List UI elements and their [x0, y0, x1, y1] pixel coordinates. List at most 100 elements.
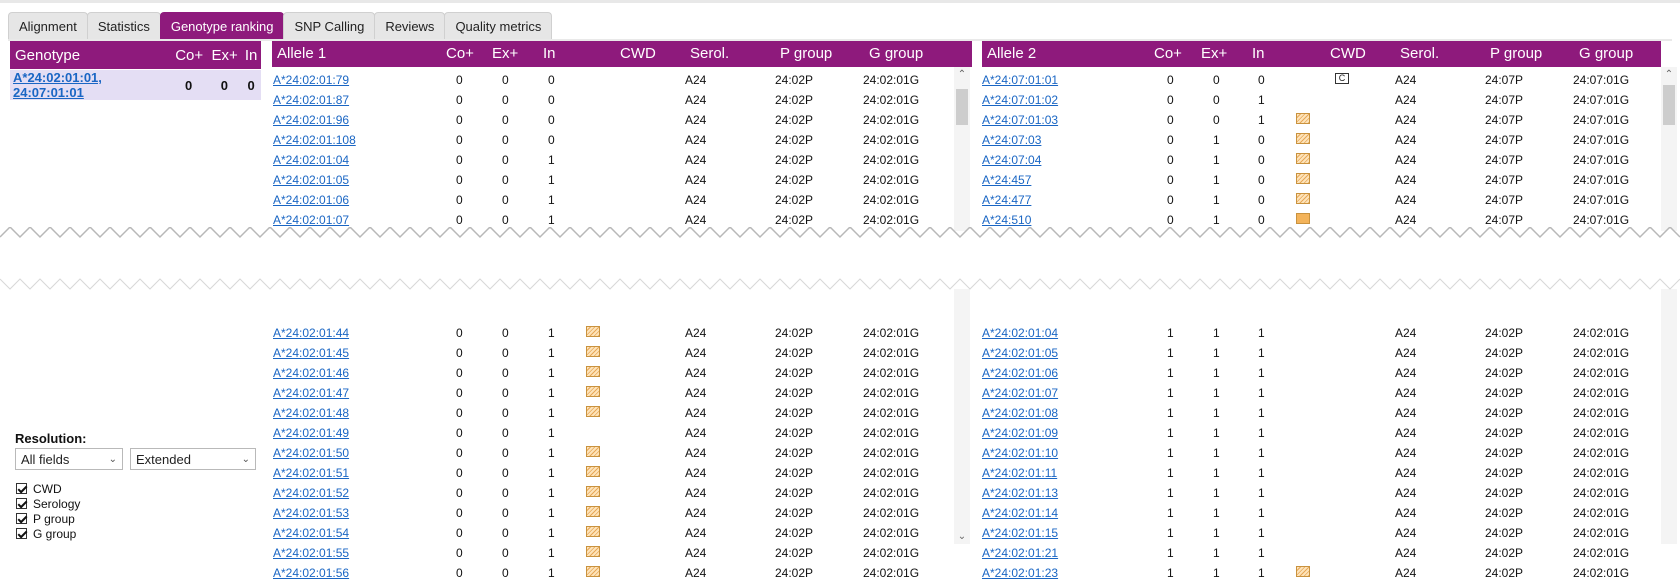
- allele-link[interactable]: A*24:07:01:03: [982, 113, 1058, 127]
- table-row[interactable]: A*24:02:01:21 1 1 1 A24 24:02P 24:02:01G: [982, 543, 1661, 563]
- allele-link[interactable]: A*24:02:01:45: [273, 346, 349, 360]
- table-row[interactable]: A*24:02:01:48 0 0 1 A24 24:02P 24:02:01G: [272, 403, 954, 423]
- table-row[interactable]: A*24:02:01:04 0 0 1 A24 24:02P 24:02:01G: [272, 150, 954, 170]
- allele-link[interactable]: A*24:02:01:53: [273, 506, 349, 520]
- genotype-row[interactable]: A*24:02:01:01, 24:07:01:01 0 0 0: [10, 69, 261, 100]
- table-row[interactable]: A*24:02:01:56 0 0 1 A24 24:02P 24:02:01G: [272, 563, 954, 583]
- ex-col-header[interactable]: Ex+: [1201, 45, 1227, 62]
- allele-link[interactable]: A*24:02:01:56: [273, 566, 349, 580]
- allele-col-header[interactable]: Allele 1: [277, 45, 326, 62]
- table-row[interactable]: A*24:457 0 1 0 A24 24:07P 24:07:01G: [982, 170, 1661, 190]
- table-row[interactable]: A*24:02:01:09 1 1 1 A24 24:02P 24:02:01G: [982, 423, 1661, 443]
- allele-link[interactable]: A*24:02:01:49: [273, 426, 349, 440]
- co-col-header[interactable]: Co+: [170, 47, 207, 64]
- table-row[interactable]: A*24:07:01:01 0 0 0 C A24 24:07P 24:07:01G: [982, 70, 1661, 90]
- allele-link[interactable]: A*24:02:01:54: [273, 526, 349, 540]
- in-col-header[interactable]: In: [543, 45, 556, 62]
- table-row[interactable]: A*24:02:01:05 1 1 1 A24 24:02P 24:02:01G: [982, 343, 1661, 363]
- allele-link[interactable]: A*24:07:01:01: [982, 73, 1058, 87]
- allele-link[interactable]: A*24:02:01:06: [982, 366, 1058, 380]
- p-group-col-header[interactable]: P group: [1490, 45, 1542, 62]
- allele-link[interactable]: A*24:02:01:15: [982, 526, 1058, 540]
- checkbox-g-group[interactable]: G group: [16, 526, 80, 541]
- allele-link[interactable]: A*24:02:01:48: [273, 406, 349, 420]
- checkbox-serology[interactable]: Serology: [16, 496, 80, 511]
- allele-link[interactable]: A*24:02:01:06: [273, 193, 349, 207]
- checkbox-cwd[interactable]: CWD: [16, 481, 80, 496]
- allele-link[interactable]: A*24:02:01:79: [273, 73, 349, 87]
- table-row[interactable]: A*24:02:01:08 1 1 1 A24 24:02P 24:02:01G: [982, 403, 1661, 423]
- table-row[interactable]: A*24:02:01:14 1 1 1 A24 24:02P 24:02:01G: [982, 503, 1661, 523]
- scroll-down-icon[interactable]: ⌄: [954, 531, 970, 542]
- table-row[interactable]: A*24:07:01:03 0 0 1 A24 24:07P 24:07:01G: [982, 110, 1661, 130]
- table-row[interactable]: A*24:02:01:05 0 0 1 A24 24:02P 24:02:01G: [272, 170, 954, 190]
- allele-link[interactable]: A*24:457: [982, 173, 1031, 187]
- ex-col-header[interactable]: Ex+: [208, 47, 241, 64]
- in-col-header[interactable]: In: [241, 47, 261, 64]
- table-row[interactable]: A*24:07:03 0 1 0 A24 24:07P 24:07:01G: [982, 130, 1661, 150]
- co-col-header[interactable]: Co+: [446, 45, 474, 62]
- co-col-header[interactable]: Co+: [1154, 45, 1182, 62]
- allele-link[interactable]: A*24:02:01:10: [982, 446, 1058, 460]
- allele-link[interactable]: A*24:02:01:44: [273, 326, 349, 340]
- genotype-col-header[interactable]: Genotype: [10, 47, 170, 64]
- table-row[interactable]: A*24:02:01:55 0 0 1 A24 24:02P 24:02:01G: [272, 543, 954, 563]
- allele-link[interactable]: A*24:02:01:05: [982, 346, 1058, 360]
- allele-link[interactable]: A*24:02:01:09: [982, 426, 1058, 440]
- tab-snp-calling[interactable]: SNP Calling: [283, 12, 376, 40]
- table-row[interactable]: A*24:02:01:23 1 1 1 A24 24:02P 24:02:01G: [982, 563, 1661, 583]
- table-row[interactable]: A*24:02:01:10 1 1 1 A24 24:02P 24:02:01G: [982, 443, 1661, 463]
- table-row[interactable]: A*24:02:01:108 0 0 0 A24 24:02P 24:02:01G: [272, 130, 954, 150]
- table-row[interactable]: A*24:07:01:02 0 0 1 A24 24:07P 24:07:01G: [982, 90, 1661, 110]
- allele-col-header[interactable]: Allele 2: [987, 45, 1036, 62]
- table-row[interactable]: A*24:02:01:96 0 0 0 A24 24:02P 24:02:01G: [272, 110, 954, 130]
- allele-link[interactable]: A*24:02:01:07: [982, 386, 1058, 400]
- table-row[interactable]: A*24:02:01:87 0 0 0 A24 24:02P 24:02:01G: [272, 90, 954, 110]
- table-row[interactable]: A*24:02:01:13 1 1 1 A24 24:02P 24:02:01G: [982, 483, 1661, 503]
- table-row[interactable]: A*24:02:01:50 0 0 1 A24 24:02P 24:02:01G: [272, 443, 954, 463]
- table-row[interactable]: A*24:02:01:04 1 1 1 A24 24:02P 24:02:01G: [982, 323, 1661, 343]
- allele2-scrollbar[interactable]: ⌃: [1661, 67, 1677, 544]
- table-row[interactable]: A*24:02:01:45 0 0 1 A24 24:02P 24:02:01G: [272, 343, 954, 363]
- fields-select[interactable]: All fields ⌄: [15, 448, 123, 470]
- p-group-col-header[interactable]: P group: [780, 45, 832, 62]
- allele-link[interactable]: A*24:07:03: [982, 133, 1041, 147]
- allele-link[interactable]: A*24:510: [982, 213, 1031, 227]
- allele-link[interactable]: A*24:02:01:07: [273, 213, 349, 227]
- allele-link[interactable]: A*24:02:01:55: [273, 546, 349, 560]
- genotype-link[interactable]: A*24:02:01:01, 24:07:01:01: [13, 70, 102, 100]
- allele-link[interactable]: A*24:02:01:13: [982, 486, 1058, 500]
- table-row[interactable]: A*24:477 0 1 0 A24 24:07P 24:07:01G: [982, 190, 1661, 210]
- scroll-up-icon[interactable]: ⌃: [954, 69, 970, 80]
- cwd-col-header[interactable]: CWD: [620, 45, 656, 62]
- allele-link[interactable]: A*24:02:01:04: [273, 153, 349, 167]
- allele-link[interactable]: A*24:02:01:23: [982, 566, 1058, 580]
- allele-link[interactable]: A*24:02:01:08: [982, 406, 1058, 420]
- allele-link[interactable]: A*24:02:01:46: [273, 366, 349, 380]
- serol-col-header[interactable]: Serol.: [690, 45, 729, 62]
- allele-link[interactable]: A*24:02:01:05: [273, 173, 349, 187]
- tab-quality-metrics[interactable]: Quality metrics: [444, 12, 553, 40]
- table-row[interactable]: A*24:02:01:06 1 1 1 A24 24:02P 24:02:01G: [982, 363, 1661, 383]
- tab-statistics[interactable]: Statistics: [86, 12, 161, 40]
- allele-link[interactable]: A*24:02:01:11: [982, 466, 1057, 480]
- allele-link[interactable]: A*24:02:01:21: [982, 546, 1058, 560]
- ex-col-header[interactable]: Ex+: [492, 45, 518, 62]
- table-row[interactable]: A*24:02:01:44 0 0 1 A24 24:02P 24:02:01G: [272, 323, 954, 343]
- g-group-col-header[interactable]: G group: [869, 45, 923, 62]
- allele-link[interactable]: A*24:02:01:87: [273, 93, 349, 107]
- table-row[interactable]: A*24:02:01:07 1 1 1 A24 24:02P 24:02:01G: [982, 383, 1661, 403]
- allele-link[interactable]: A*24:02:01:96: [273, 113, 349, 127]
- allele-link[interactable]: A*24:02:01:14: [982, 506, 1058, 520]
- table-row[interactable]: A*24:02:01:51 0 0 1 A24 24:02P 24:02:01G: [272, 463, 954, 483]
- table-row[interactable]: A*24:02:01:49 0 0 1 A24 24:02P 24:02:01G: [272, 423, 954, 443]
- allele-link[interactable]: A*24:02:01:50: [273, 446, 349, 460]
- allele-link[interactable]: A*24:07:04: [982, 153, 1041, 167]
- mode-select[interactable]: Extended ⌄: [130, 448, 256, 470]
- allele1-scrollbar[interactable]: ⌃ ⌄: [954, 67, 970, 544]
- allele-link[interactable]: A*24:02:01:52: [273, 486, 349, 500]
- table-row[interactable]: A*24:02:01:11 1 1 1 A24 24:02P 24:02:01G: [982, 463, 1661, 483]
- scroll-thumb[interactable]: [1663, 85, 1675, 125]
- table-row[interactable]: A*24:02:01:46 0 0 1 A24 24:02P 24:02:01G: [272, 363, 954, 383]
- cwd-col-header[interactable]: CWD: [1330, 45, 1366, 62]
